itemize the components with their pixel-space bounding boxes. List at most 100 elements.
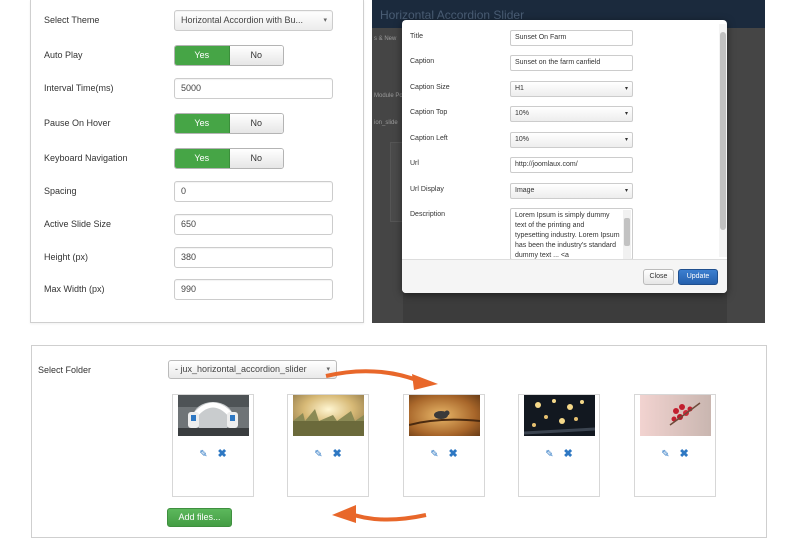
edit-icon[interactable]: ✎ [314, 449, 322, 460]
folder-select[interactable]: - jux_horizontal_accordion_slider ▾ [168, 360, 337, 379]
background-fragment: s & New [374, 36, 397, 42]
dialog-field-label: Url Display [410, 186, 444, 193]
dialog-field-row: Url Display Image ▾ [402, 183, 727, 199]
dialog-field-row: Caption Left 10% ▾ [402, 132, 727, 148]
dialog-field-label: Caption Size [410, 84, 450, 91]
image-card: ✎ ✖ [172, 394, 254, 497]
meadow-sunset-image [293, 395, 364, 436]
dialog-select[interactable]: Image ▾ [510, 183, 633, 199]
field-value: 990 [181, 284, 197, 294]
update-button[interactable]: Update [678, 269, 718, 285]
settings-row: Keyboard Navigation Yes No [31, 148, 363, 170]
field-value: 650 [181, 219, 197, 229]
settings-row: Interval Time(ms) 5000 [31, 78, 363, 100]
settings-row-label: Pause On Hover [44, 118, 111, 128]
dialog-select[interactable]: 10% ▾ [510, 132, 633, 148]
chevron-down-icon: ▾ [624, 188, 628, 194]
image-actions: ✎ ✖ [519, 447, 599, 460]
toggle-yes-button[interactable]: Yes [175, 149, 230, 168]
edit-slide-modal-screenshot: Horizontal Accordion Slider s & New Modu… [372, 0, 765, 323]
edit-icon[interactable]: ✎ [430, 449, 438, 460]
dialog-field-row: Caption Top 10% ▾ [402, 106, 727, 122]
dialog-field-label: Title [410, 33, 423, 40]
background-fragment: Module Po [374, 93, 403, 99]
image-actions: ✎ ✖ [173, 447, 253, 460]
image-card: ✎ ✖ [287, 394, 369, 497]
add-files-button[interactable]: Add files... [167, 508, 232, 527]
field-value: 0 [181, 186, 187, 196]
dialog-body: Title Sunset On Farm Caption Sunset on the … [402, 20, 727, 259]
image-card: ✎ ✖ [403, 394, 485, 497]
delete-icon[interactable]: ✖ [563, 447, 572, 460]
dialog-field-row: Caption Size H1 ▾ [402, 81, 727, 97]
dialog-field-label: Caption Left [410, 135, 448, 142]
curved-arrow-icon [325, 369, 438, 390]
field-value: 5000 [181, 83, 202, 93]
red-berries-image [640, 395, 711, 436]
settings-input[interactable]: 990 [174, 279, 333, 300]
settings-row-label: Spacing [44, 186, 77, 196]
background-fragment: ion_slide [374, 120, 398, 126]
settings-input[interactable]: 650 [174, 214, 333, 235]
folder-select-value: - jux_horizontal_accordion_slider [175, 364, 307, 374]
edit-icon[interactable]: ✎ [545, 449, 553, 460]
dialog-input[interactable]: Sunset on the farm canfield [510, 55, 633, 71]
delete-icon[interactable]: ✖ [332, 447, 341, 460]
dialog-field-value: Sunset On Farm [515, 34, 567, 41]
settings-row-label: Active Slide Size [44, 219, 112, 229]
delete-icon[interactable]: ✖ [217, 447, 226, 460]
textarea-scrollbar[interactable] [623, 210, 631, 259]
delete-icon[interactable]: ✖ [448, 447, 457, 460]
dialog-field-row: Url http://joomlaux.com/ [402, 157, 727, 173]
description-textarea[interactable]: Lorem Ipsum is simply dummy text of the … [510, 208, 633, 259]
headphones-image [178, 395, 249, 436]
edit-icon[interactable]: ✎ [661, 449, 669, 460]
dialog-input[interactable]: http://joomlaux.com/ [510, 157, 633, 173]
settings-row: Pause On Hover Yes No [31, 113, 363, 135]
dialog-field-row: Caption Sunset on the farm canfield [402, 55, 727, 71]
toggle-no-button[interactable]: No [229, 114, 283, 133]
chevron-down-icon: ▾ [624, 111, 628, 117]
night-lights-image [524, 395, 595, 436]
delete-icon[interactable]: ✖ [679, 447, 688, 460]
settings-input[interactable]: 5000 [174, 78, 333, 99]
settings-row: Spacing 0 [31, 181, 363, 203]
settings-row-label: Height (px) [44, 252, 89, 262]
field-value: 380 [181, 252, 197, 262]
dialog-field-value: http://joomlaux.com/ [515, 161, 578, 168]
theme-select[interactable]: Horizontal Accordion with Bu... ▾ [174, 10, 333, 31]
image-actions: ✎ ✖ [288, 447, 368, 460]
yes-no-toggle: Yes No [174, 113, 284, 134]
textarea-scroll-thumb[interactable] [624, 218, 630, 246]
chevron-down-icon: ▾ [624, 86, 628, 92]
dialog-field-row: Title Sunset On Farm [402, 30, 727, 46]
dialog-field-value: Sunset on the farm canfield [515, 59, 601, 66]
dialog-input[interactable]: Sunset On Farm [510, 30, 633, 46]
select-folder-label: Select Folder [38, 365, 92, 375]
edit-slide-dialog: Title Sunset On Farm Caption Sunset on the … [402, 20, 727, 293]
settings-row-label: Max Width (px) [44, 284, 105, 294]
toggle-yes-button[interactable]: Yes [175, 46, 230, 65]
settings-row: Auto Play Yes No [31, 45, 363, 67]
edit-icon[interactable]: ✎ [199, 449, 207, 460]
settings-input[interactable]: 0 [174, 181, 333, 202]
settings-input[interactable]: 380 [174, 247, 333, 268]
dialog-footer: Close Update [402, 259, 727, 293]
dialog-field-value: Image [515, 187, 535, 194]
toggle-no-button[interactable]: No [229, 149, 283, 168]
yes-no-toggle: Yes No [174, 148, 284, 169]
settings-row-label: Interval Time(ms) [44, 83, 114, 93]
close-button[interactable]: Close [643, 269, 674, 285]
dialog-field-label: Caption [410, 58, 435, 65]
chevron-down-icon: ▾ [323, 17, 327, 24]
dialog-select[interactable]: 10% ▾ [510, 106, 633, 122]
description-label: Description [410, 211, 446, 218]
toggle-yes-button[interactable]: Yes [175, 114, 230, 133]
dialog-field-label: Url [410, 160, 419, 167]
dialog-field-value: 10% [515, 110, 530, 117]
settings-row: Active Slide Size 650 [31, 214, 363, 236]
dialog-select[interactable]: H1 ▾ [510, 81, 633, 97]
field-value: Horizontal Accordion with Bu... [181, 15, 304, 25]
toggle-no-button[interactable]: No [229, 46, 283, 65]
dialog-field-value: 10% [515, 136, 530, 143]
